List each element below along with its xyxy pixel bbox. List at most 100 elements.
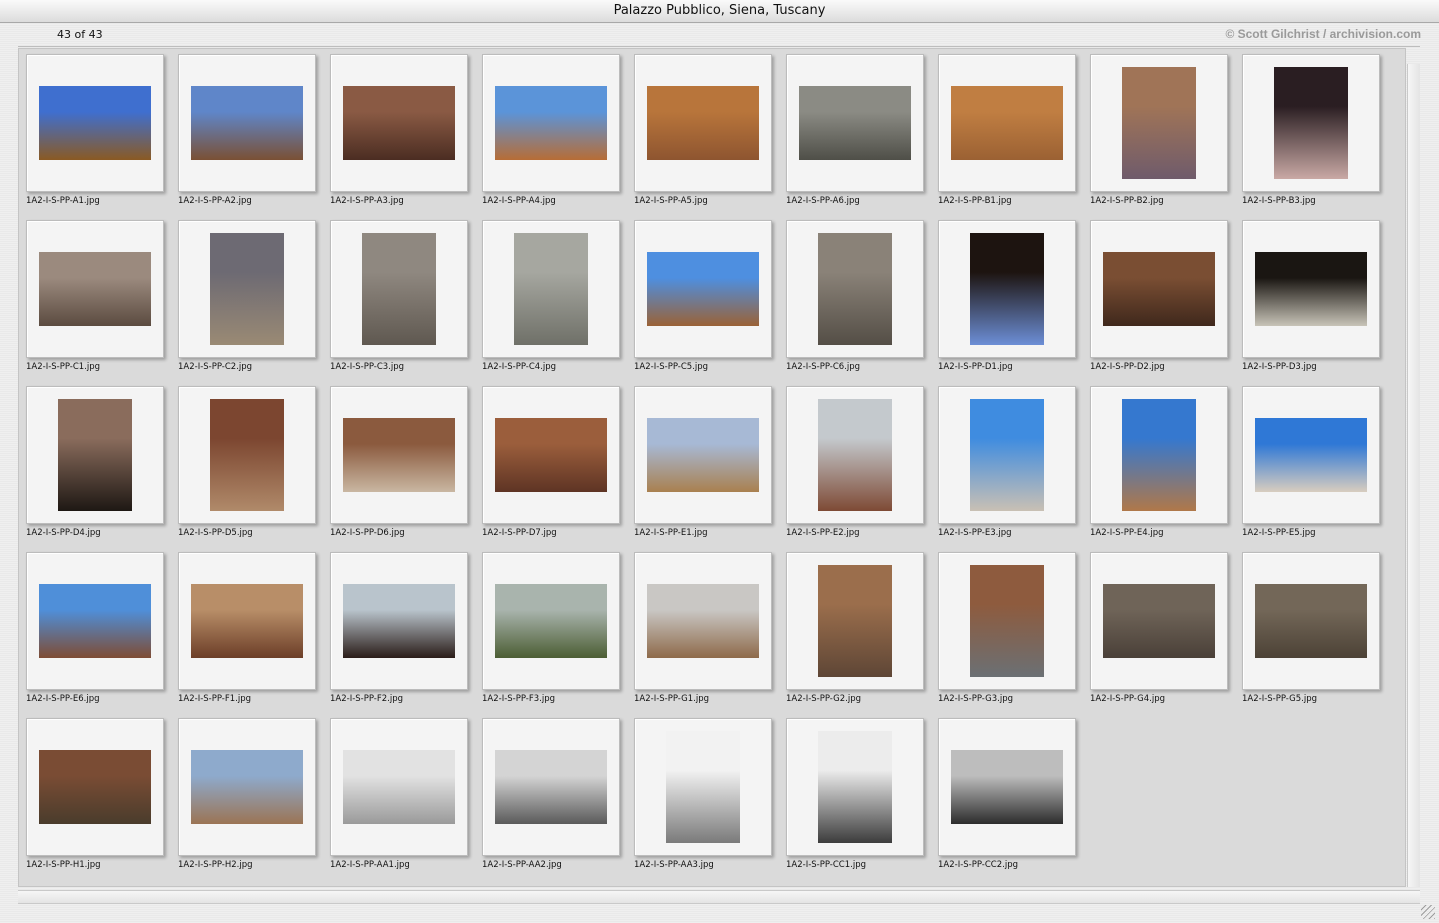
thumbnail-item[interactable]: 1A2-I-S-PP-CC1.jpg: [786, 718, 926, 878]
thumbnail-item[interactable]: 1A2-I-S-PP-E4.jpg: [1090, 386, 1230, 546]
thumbnail-item[interactable]: 1A2-I-S-PP-C2.jpg: [178, 220, 318, 380]
thumbnail-image[interactable]: [666, 731, 740, 843]
slide-mount[interactable]: [634, 718, 772, 856]
thumbnail-item[interactable]: 1A2-I-S-PP-E5.jpg: [1242, 386, 1382, 546]
window-title-bar[interactable]: Palazzo Pubblico, Siena, Tuscany: [0, 0, 1439, 23]
thumbnail-item[interactable]: 1A2-I-S-PP-G3.jpg: [938, 552, 1078, 712]
thumbnail-item[interactable]: 1A2-I-S-PP-B1.jpg: [938, 54, 1078, 214]
thumbnail-item[interactable]: 1A2-I-S-PP-D3.jpg: [1242, 220, 1382, 380]
thumbnail-item[interactable]: 1A2-I-S-PP-E3.jpg: [938, 386, 1078, 546]
thumbnail-item[interactable]: 1A2-I-S-PP-AA1.jpg: [330, 718, 470, 878]
slide-mount[interactable]: [786, 552, 924, 690]
thumbnail-item[interactable]: 1A2-I-S-PP-F1.jpg: [178, 552, 318, 712]
thumbnail-item[interactable]: 1A2-I-S-PP-C3.jpg: [330, 220, 470, 380]
thumbnail-image[interactable]: [647, 252, 759, 326]
thumbnail-image[interactable]: [647, 584, 759, 658]
thumbnail-item[interactable]: 1A2-I-S-PP-C1.jpg: [26, 220, 166, 380]
slide-mount[interactable]: [786, 386, 924, 524]
slide-mount[interactable]: [1242, 552, 1380, 690]
thumbnail-image[interactable]: [495, 418, 607, 492]
thumbnail-image[interactable]: [343, 750, 455, 824]
slide-mount[interactable]: [482, 220, 620, 358]
slide-mount[interactable]: [938, 220, 1076, 358]
slide-mount[interactable]: [330, 54, 468, 192]
thumbnail-item[interactable]: 1A2-I-S-PP-D6.jpg: [330, 386, 470, 546]
slide-mount[interactable]: [330, 386, 468, 524]
thumbnail-item[interactable]: 1A2-I-S-PP-G5.jpg: [1242, 552, 1382, 712]
thumbnail-image[interactable]: [1103, 584, 1215, 658]
thumbnail-image[interactable]: [818, 565, 892, 677]
thumbnail-image[interactable]: [1122, 399, 1196, 511]
thumbnail-image[interactable]: [191, 86, 303, 160]
thumbnail-image[interactable]: [818, 233, 892, 345]
thumbnail-item[interactable]: 1A2-I-S-PP-G1.jpg: [634, 552, 774, 712]
thumbnail-item[interactable]: 1A2-I-S-PP-C6.jpg: [786, 220, 926, 380]
slide-mount[interactable]: [938, 718, 1076, 856]
slide-mount[interactable]: [26, 220, 164, 358]
thumbnail-item[interactable]: 1A2-I-S-PP-E1.jpg: [634, 386, 774, 546]
slide-mount[interactable]: [1090, 54, 1228, 192]
vertical-scrollbar[interactable]: [1407, 64, 1420, 887]
thumbnail-image[interactable]: [39, 252, 151, 326]
thumbnail-item[interactable]: 1A2-I-S-PP-H1.jpg: [26, 718, 166, 878]
thumbnail-item[interactable]: 1A2-I-S-PP-A1.jpg: [26, 54, 166, 214]
thumbnail-image[interactable]: [1255, 418, 1367, 492]
thumbnail-image[interactable]: [39, 86, 151, 160]
thumbnail-item[interactable]: 1A2-I-S-PP-B2.jpg: [1090, 54, 1230, 214]
slide-mount[interactable]: [786, 718, 924, 856]
thumbnail-image[interactable]: [191, 584, 303, 658]
slide-mount[interactable]: [938, 552, 1076, 690]
thumbnail-item[interactable]: 1A2-I-S-PP-F2.jpg: [330, 552, 470, 712]
thumbnail-image[interactable]: [1255, 252, 1367, 326]
slide-mount[interactable]: [634, 386, 772, 524]
slide-mount[interactable]: [634, 54, 772, 192]
slide-mount[interactable]: [1090, 552, 1228, 690]
resize-grip-icon[interactable]: [1421, 905, 1435, 919]
thumbnail-image[interactable]: [1255, 584, 1367, 658]
slide-mount[interactable]: [330, 552, 468, 690]
slide-mount[interactable]: [786, 54, 924, 192]
slide-mount[interactable]: [26, 386, 164, 524]
thumbnail-image[interactable]: [970, 565, 1044, 677]
slide-mount[interactable]: [634, 552, 772, 690]
thumbnail-image[interactable]: [970, 233, 1044, 345]
thumbnail-image[interactable]: [818, 731, 892, 843]
slide-mount[interactable]: [482, 718, 620, 856]
slide-mount[interactable]: [26, 718, 164, 856]
slide-mount[interactable]: [1242, 54, 1380, 192]
thumbnail-item[interactable]: 1A2-I-S-PP-D2.jpg: [1090, 220, 1230, 380]
thumbnail-item[interactable]: 1A2-I-S-PP-A3.jpg: [330, 54, 470, 214]
thumbnail-image[interactable]: [191, 750, 303, 824]
slide-mount[interactable]: [330, 220, 468, 358]
slide-mount[interactable]: [938, 54, 1076, 192]
thumbnail-image[interactable]: [39, 750, 151, 824]
thumbnail-image[interactable]: [343, 418, 455, 492]
slide-mount[interactable]: [634, 220, 772, 358]
thumbnail-image[interactable]: [495, 584, 607, 658]
thumbnail-image[interactable]: [1103, 252, 1215, 326]
thumbnail-item[interactable]: 1A2-I-S-PP-A5.jpg: [634, 54, 774, 214]
thumbnail-image[interactable]: [1274, 67, 1348, 179]
thumbnail-image[interactable]: [647, 418, 759, 492]
slide-mount[interactable]: [938, 386, 1076, 524]
thumbnail-item[interactable]: 1A2-I-S-PP-E6.jpg: [26, 552, 166, 712]
slide-mount[interactable]: [178, 552, 316, 690]
thumbnail-image[interactable]: [1122, 67, 1196, 179]
thumbnail-item[interactable]: 1A2-I-S-PP-A4.jpg: [482, 54, 622, 214]
thumbnail-item[interactable]: 1A2-I-S-PP-CC2.jpg: [938, 718, 1078, 878]
slide-mount[interactable]: [178, 220, 316, 358]
thumbnail-item[interactable]: 1A2-I-S-PP-D4.jpg: [26, 386, 166, 546]
thumbnail-image[interactable]: [647, 86, 759, 160]
thumbnail-image[interactable]: [343, 86, 455, 160]
thumbnail-item[interactable]: 1A2-I-S-PP-AA2.jpg: [482, 718, 622, 878]
thumbnail-image[interactable]: [58, 399, 132, 511]
slide-mount[interactable]: [1090, 386, 1228, 524]
slide-mount[interactable]: [178, 718, 316, 856]
thumbnail-item[interactable]: 1A2-I-S-PP-C4.jpg: [482, 220, 622, 380]
thumbnail-item[interactable]: 1A2-I-S-PP-G2.jpg: [786, 552, 926, 712]
thumbnail-image[interactable]: [514, 233, 588, 345]
thumbnail-item[interactable]: 1A2-I-S-PP-E2.jpg: [786, 386, 926, 546]
thumbnail-image[interactable]: [495, 86, 607, 160]
slide-mount[interactable]: [786, 220, 924, 358]
thumbnail-image[interactable]: [362, 233, 436, 345]
